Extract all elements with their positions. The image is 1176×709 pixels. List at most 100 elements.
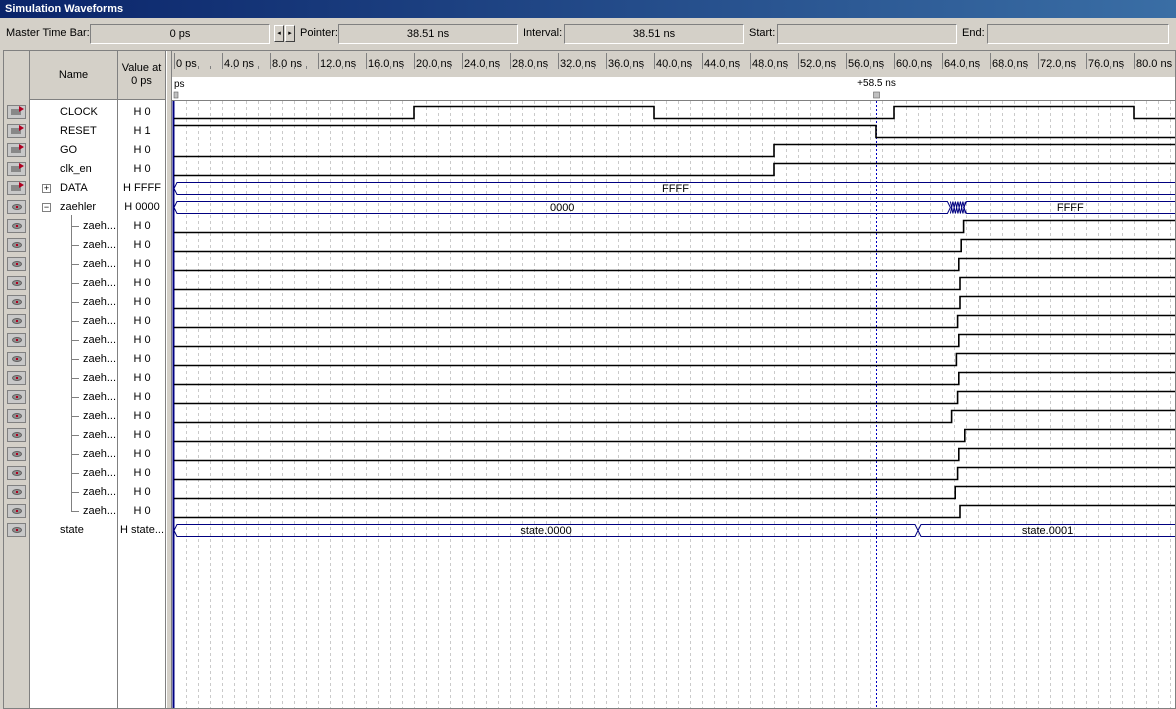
time-tick-label: 32.0 ns bbox=[560, 58, 597, 70]
time-tick-label: 12.0 ns bbox=[320, 58, 357, 70]
waveform-panel: Name CLOCK RESET GO clk_en DATA + zaehler − zaeh… bbox=[3, 50, 1176, 709]
signal-name[interactable]: zaeh... bbox=[83, 315, 116, 327]
name-column: Name CLOCK RESET GO clk_en DATA + zaehler − zaeh… bbox=[30, 51, 118, 708]
signal-waveform bbox=[174, 504, 1175, 519]
signal-value: H 0 bbox=[133, 486, 151, 498]
output-pin-icon bbox=[7, 409, 26, 423]
signal-waveform bbox=[174, 295, 1175, 310]
signal-value: H 0 bbox=[133, 296, 151, 308]
expand-icon[interactable]: + bbox=[42, 184, 51, 193]
signal-value: H FFFF bbox=[123, 182, 161, 194]
signal-waveform bbox=[174, 428, 1175, 443]
end-field bbox=[987, 24, 1169, 44]
signal-name[interactable]: zaeh... bbox=[83, 296, 116, 308]
name-column-header[interactable]: Name bbox=[30, 51, 117, 100]
signal-value: H 0 bbox=[133, 467, 151, 479]
value-header-line2: 0 ps bbox=[131, 75, 152, 87]
value-column: Value at 0 ps H 0 H 1 H 0 H 0 H FFFF H 0000 H … bbox=[118, 51, 166, 708]
signal-name[interactable]: DATA bbox=[60, 182, 88, 194]
tree-branch bbox=[72, 302, 79, 303]
signal-value: H 0 bbox=[133, 429, 151, 441]
signal-name[interactable]: GO bbox=[60, 144, 77, 156]
signal-name[interactable]: zaeh... bbox=[83, 220, 116, 232]
signal-name[interactable]: zaeh... bbox=[83, 486, 116, 498]
start-marker-label: ps bbox=[174, 79, 185, 90]
output-pin-icon bbox=[7, 466, 26, 480]
tree-branch bbox=[72, 416, 79, 417]
signal-name[interactable]: zaeh... bbox=[83, 391, 116, 403]
signal-name[interactable]: zaeh... bbox=[83, 239, 116, 251]
eye-icon bbox=[12, 375, 22, 381]
eye-icon bbox=[12, 204, 22, 210]
tree-branch bbox=[72, 226, 79, 227]
signal-name[interactable]: zaeh... bbox=[83, 258, 116, 270]
bus-value-label: state.0000 bbox=[520, 525, 571, 537]
value-column-header[interactable]: Value at 0 ps bbox=[118, 51, 165, 100]
signal-value: H 0000 bbox=[124, 201, 160, 213]
signal-name[interactable]: zaeh... bbox=[83, 467, 116, 479]
output-pin-icon bbox=[7, 238, 26, 252]
eye-icon bbox=[12, 432, 22, 438]
eye-icon bbox=[12, 356, 22, 362]
start-marker-handle bbox=[173, 91, 179, 99]
master-time-bar-field[interactable]: 0 ps bbox=[90, 24, 270, 44]
eye-icon bbox=[12, 318, 22, 324]
arrow-icon bbox=[19, 163, 24, 169]
tree-branch bbox=[72, 397, 79, 398]
signal-name[interactable]: zaeh... bbox=[83, 353, 116, 365]
output-pin-icon bbox=[7, 352, 26, 366]
signal-waveform bbox=[174, 238, 1175, 253]
time-tick-label: 52.0 ns bbox=[800, 58, 837, 70]
waveform-canvas[interactable]: 0 ps 4.0 ns 8.0 ns 12.0 ns 16.0 ns 20.0 ns 24.… bbox=[172, 51, 1176, 709]
bus-glitch bbox=[957, 201, 961, 214]
bus-value-label: FFFF bbox=[662, 183, 689, 195]
bus-glitch bbox=[959, 201, 964, 214]
bus-glitch bbox=[952, 201, 956, 214]
time-tick-label: 16.0 ns bbox=[368, 58, 405, 70]
signal-name[interactable]: CLOCK bbox=[60, 106, 98, 118]
signal-name[interactable]: zaeh... bbox=[83, 372, 116, 384]
input-pin-icon bbox=[7, 124, 26, 138]
signal-name[interactable]: zaeh... bbox=[83, 505, 116, 517]
eye-icon bbox=[12, 451, 22, 457]
master-time-next-button[interactable]: ▸ bbox=[285, 25, 295, 42]
signal-name[interactable]: zaeh... bbox=[83, 410, 116, 422]
input-pin-icon bbox=[7, 105, 26, 119]
signal-value: H 0 bbox=[133, 353, 151, 365]
signal-name[interactable]: zaeh... bbox=[83, 277, 116, 289]
signal-name[interactable]: RESET bbox=[60, 125, 97, 137]
collapse-icon[interactable]: − bbox=[42, 203, 51, 212]
tree-connector bbox=[71, 215, 72, 512]
time-tick-label: 64.0 ns bbox=[944, 58, 981, 70]
pointer-field: 38.51 ns bbox=[338, 24, 518, 44]
time-tick-label: 20.0 ns bbox=[416, 58, 453, 70]
signal-name[interactable]: state bbox=[60, 524, 84, 536]
time-tick-label: 72.0 ns bbox=[1040, 58, 1077, 70]
signal-value: H 0 bbox=[133, 391, 151, 403]
signal-name[interactable]: zaehler bbox=[60, 201, 96, 213]
signal-value: H 0 bbox=[133, 239, 151, 251]
eye-icon bbox=[12, 413, 22, 419]
signal-name[interactable]: zaeh... bbox=[83, 429, 116, 441]
cursor-time-label: +58.5 ns bbox=[857, 78, 896, 89]
bus-glitch bbox=[954, 201, 959, 214]
signal-name[interactable]: zaeh... bbox=[83, 448, 116, 460]
tree-branch bbox=[72, 321, 79, 322]
arrow-icon bbox=[19, 182, 24, 188]
arrow-icon bbox=[19, 125, 24, 131]
signal-waveform bbox=[174, 124, 1175, 139]
signal-name[interactable]: zaeh... bbox=[83, 334, 116, 346]
output-pin-icon bbox=[7, 257, 26, 271]
time-tick-label: 24.0 ns bbox=[464, 58, 501, 70]
signal-waveform bbox=[174, 466, 1175, 481]
signal-name[interactable]: clk_en bbox=[60, 163, 92, 175]
output-pin-icon bbox=[7, 504, 26, 518]
signal-value: H 1 bbox=[133, 125, 151, 137]
master-time-prev-button[interactable]: ◂ bbox=[274, 25, 284, 42]
output-pin-icon bbox=[7, 219, 26, 233]
signal-value: H 0 bbox=[133, 372, 151, 384]
output-pin-icon bbox=[7, 485, 26, 499]
arrow-icon bbox=[19, 106, 24, 112]
start-label: Start: bbox=[749, 27, 776, 39]
signal-value: H 0 bbox=[133, 448, 151, 460]
